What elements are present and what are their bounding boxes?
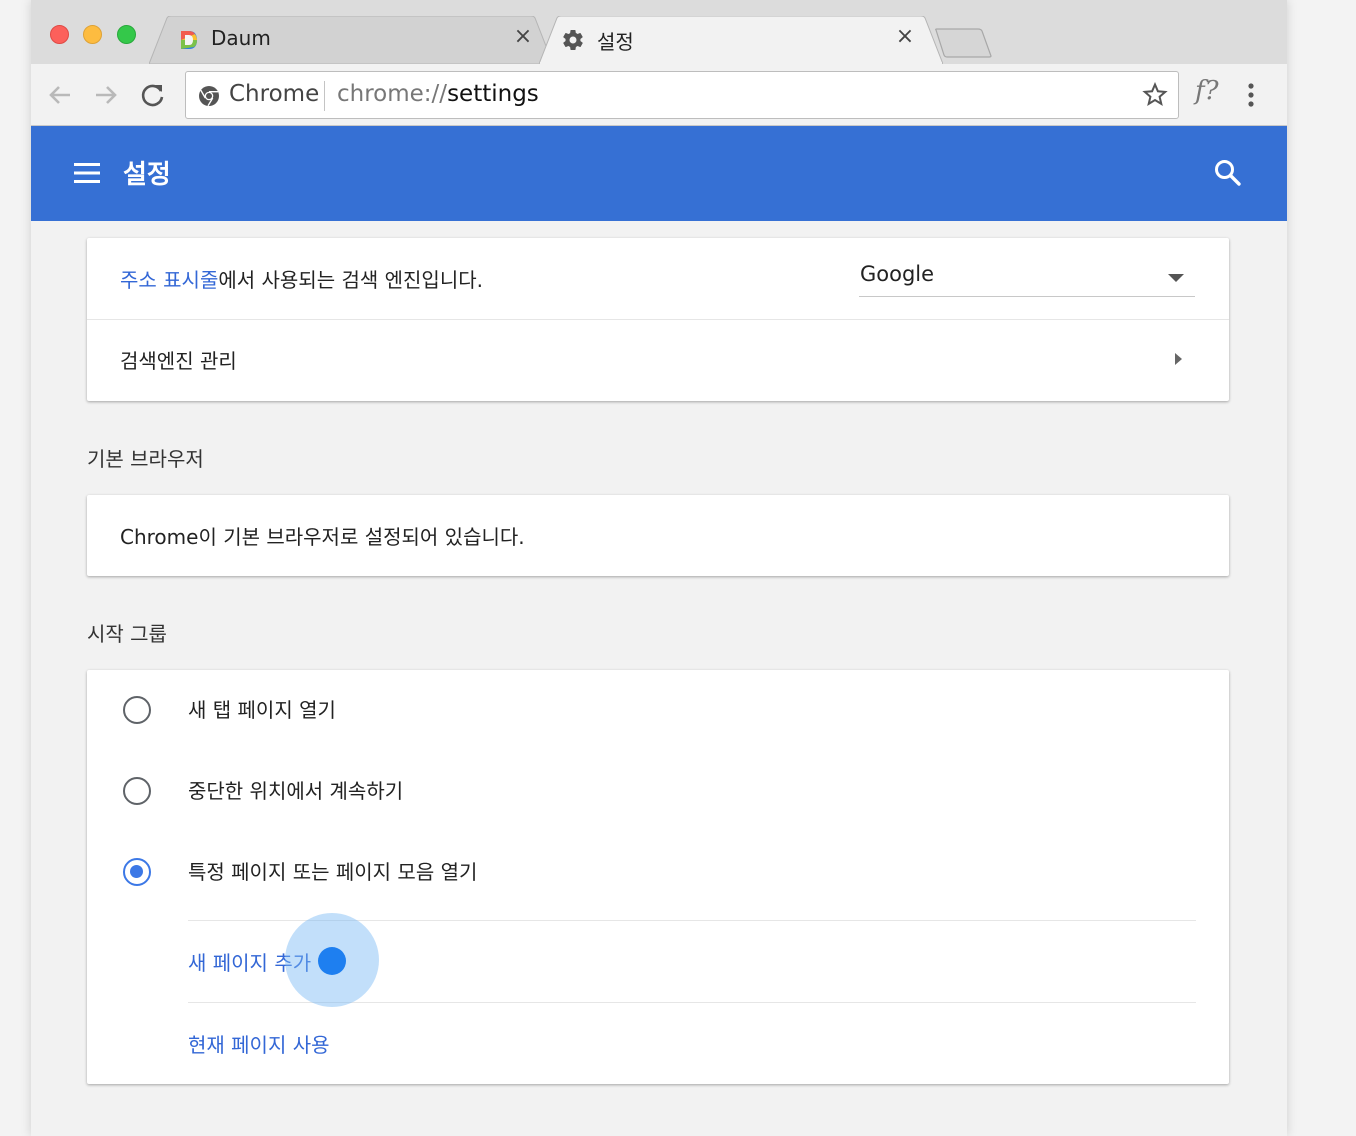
more-vert-icon[interactable] [1245, 80, 1257, 110]
search-engine-select[interactable]: Google [859, 260, 1195, 297]
daum-logo-icon [181, 31, 197, 49]
tab-title: Daum [211, 26, 271, 50]
gear-icon [563, 30, 583, 51]
search-engine-description-rest: 에서 사용되는 검색 엔진입니다. [218, 268, 483, 292]
tab-close-button[interactable]: × [511, 25, 535, 49]
bookmark-star-icon[interactable] [1142, 82, 1168, 108]
reload-icon[interactable] [138, 80, 168, 110]
minimize-window-button[interactable] [83, 25, 102, 44]
url-host: settings [447, 81, 539, 107]
tab-settings[interactable]: 설정 × [539, 16, 943, 64]
startup-card: 새 탭 페이지 열기 중단한 위치에서 계속하기 특정 페이지 또는 페이지 모… [87, 670, 1229, 1084]
radio-label: 중단한 위치에서 계속하기 [188, 779, 404, 803]
default-browser-heading: 기본 브라우저 [87, 447, 204, 471]
startup-option-new-tab[interactable]: 새 탭 페이지 열기 [87, 670, 1229, 751]
page-title: 설정 [123, 160, 171, 190]
use-current-pages-link[interactable]: 현재 페이지 사용 [188, 1029, 330, 1058]
maximize-window-button[interactable] [117, 25, 136, 44]
radio-button[interactable] [123, 696, 151, 724]
tab-title: 설정 [597, 30, 634, 54]
url-text[interactable]: chrome://settings [337, 81, 539, 107]
search-engine-selected: Google [860, 262, 935, 286]
radio-button-checked[interactable] [123, 858, 151, 886]
radio-button[interactable] [123, 777, 151, 805]
startup-option-specific-pages[interactable]: 특정 페이지 또는 페이지 모음 열기 [87, 832, 1229, 913]
dropdown-arrow-icon [1168, 274, 1184, 282]
default-browser-card: Chrome이 기본 브라우저로 설정되어 있습니다. [87, 495, 1229, 576]
settings-content: 주소 표시줄에서 사용되는 검색 엔진입니다. Google 검색엔진 관리 기… [31, 221, 1287, 1136]
default-browser-status: Chrome이 기본 브라우저로 설정되어 있습니다. [120, 525, 525, 549]
use-current-pages-row: 현재 페이지 사용 [188, 1002, 1196, 1084]
tab-strip: Daum × 설정 × [31, 0, 1287, 64]
search-engine-row: 주소 표시줄에서 사용되는 검색 엔진입니다. Google [87, 238, 1229, 320]
hamburger-icon[interactable] [72, 161, 102, 185]
extension-icon[interactable]: f? [1195, 76, 1219, 106]
radio-label: 특정 페이지 또는 페이지 모음 열기 [188, 860, 478, 884]
startup-option-continue[interactable]: 중단한 위치에서 계속하기 [87, 751, 1229, 832]
address-bar-link[interactable]: 주소 표시줄 [120, 268, 218, 292]
chevron-right-icon [1175, 353, 1182, 365]
chrome-logo-icon [199, 86, 219, 107]
browser-toolbar: Chrome chrome://settings f? [31, 64, 1287, 126]
browser-window: Daum × 설정 × Chrome chrome://settings f? … [31, 0, 1287, 1136]
settings-header: 설정 [31, 126, 1287, 221]
tab-daum[interactable]: Daum × [149, 16, 553, 64]
tab-close-button[interactable]: × [893, 25, 917, 49]
omnibox-chip: Chrome [229, 81, 320, 107]
manage-search-engines-row[interactable]: 검색엔진 관리 [87, 320, 1229, 401]
new-tab-button[interactable] [934, 28, 992, 58]
click-indicator [318, 947, 346, 975]
manage-search-engines-label: 검색엔진 관리 [120, 349, 237, 373]
startup-heading: 시작 그룹 [87, 622, 167, 646]
omnibox-separator [324, 81, 325, 111]
search-engine-description: 주소 표시줄에서 사용되는 검색 엔진입니다. [120, 264, 483, 293]
search-icon[interactable] [1213, 158, 1243, 188]
url-scheme: chrome:// [337, 81, 448, 107]
close-window-button[interactable] [50, 25, 69, 44]
tab-shape [149, 16, 553, 64]
address-bar[interactable]: Chrome chrome://settings [185, 71, 1179, 119]
back-arrow-icon[interactable] [45, 80, 75, 110]
radio-label: 새 탭 페이지 열기 [188, 698, 336, 722]
forward-arrow-icon[interactable] [91, 80, 121, 110]
search-engine-card: 주소 표시줄에서 사용되는 검색 엔진입니다. Google 검색엔진 관리 [87, 238, 1229, 401]
